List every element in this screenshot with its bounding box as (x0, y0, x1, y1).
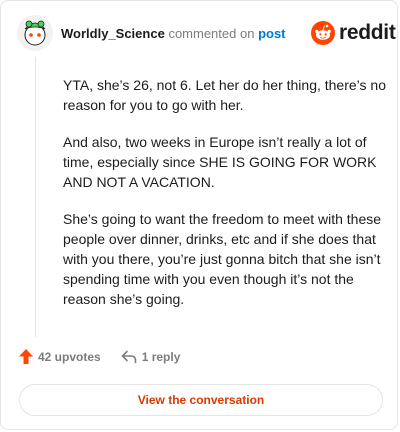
comment-paragraph: She’s going to want the freedom to meet … (63, 211, 382, 307)
reply-button[interactable]: 1 reply (121, 349, 181, 364)
reply-count: 1 reply (141, 349, 181, 364)
reddit-wordmark: reddit (339, 21, 396, 44)
comment-embed-card: Worldly_Science commented on post reddit… (0, 0, 398, 430)
author-username[interactable]: Worldly_Science (61, 26, 165, 41)
reply-arrow-icon (121, 350, 137, 363)
thread-line (35, 57, 36, 337)
upvote-button[interactable]: 42 upvotes (19, 349, 101, 364)
upvote-count: 42 upvotes (38, 349, 101, 364)
reddit-logo[interactable]: reddit (311, 21, 396, 45)
comment-paragraph: YTA, she’s 26, not 6. Let her do her thi… (63, 77, 386, 113)
view-conversation-button[interactable]: View the conversation (19, 384, 383, 416)
post-link[interactable]: post (258, 26, 285, 41)
action-text: commented on (168, 26, 255, 41)
snoo-avatar-icon[interactable] (17, 15, 53, 51)
reddit-snoo-logo-icon (311, 21, 335, 45)
comment-body: YTA, she’s 26, not 6. Let her do her thi… (63, 75, 388, 326)
upvote-arrow-icon (19, 349, 33, 364)
comment-paragraph: And also, two weeks in Europe isn’t real… (63, 134, 377, 190)
comment-actions: 42 upvotes 1 reply (19, 349, 180, 364)
comment-header: Worldly_Science commented on post (61, 26, 286, 42)
